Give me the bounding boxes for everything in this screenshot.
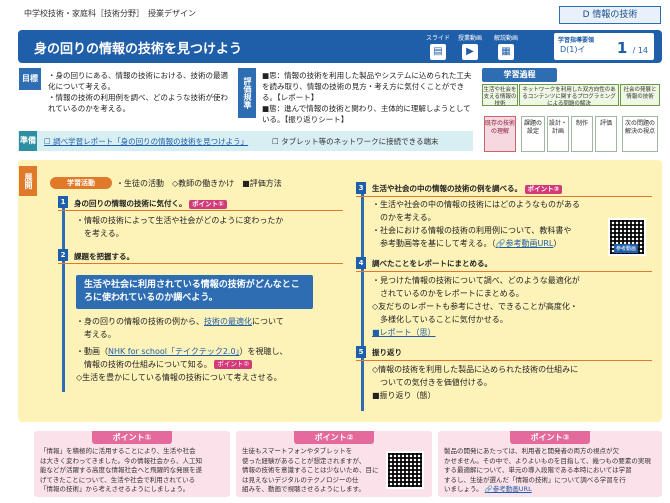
step-title: 振り返り bbox=[372, 348, 402, 357]
step-title: 生活や社会の中の情報の技術の例を調べる。 ポイント③ bbox=[372, 183, 563, 194]
step-number: 5 bbox=[356, 346, 366, 358]
nhk-video-link[interactable]: NHK for school「テイクテック2.0」 bbox=[108, 347, 240, 356]
point-title: ポイント① bbox=[92, 431, 172, 444]
optimization-link[interactable]: 技術の最適化 bbox=[204, 317, 252, 326]
reference-video-link[interactable]: 🔗参考動画URL bbox=[485, 485, 532, 493]
process-step: 制作 bbox=[571, 116, 593, 152]
activity-tag: 学習活動 bbox=[50, 177, 112, 189]
evaluation-text: ■思：情報の技術を利用した製品やシステムに込められた工夫を読み取り、情報の技術の… bbox=[262, 70, 472, 125]
evaluation-line: ■態：進んで情報の技術と関わり、主体的に理解しようとしている。【振り返りシート】 bbox=[262, 104, 471, 124]
step-2-body: ・身の回りの情報の技術の例から、技術の最適化について 考える。 ・動画（NHK … bbox=[76, 317, 288, 382]
process-column-3: 社会の発展と情報の技術 bbox=[620, 84, 660, 106]
step-number: 3 bbox=[356, 182, 366, 194]
slide-label: スライド bbox=[426, 35, 451, 42]
film-icon: ▦ bbox=[498, 44, 514, 60]
process-step: 評価 bbox=[595, 116, 617, 152]
process-step: 設計・計画 bbox=[547, 116, 569, 152]
step-divider bbox=[356, 196, 652, 197]
point-box-2: ポイント② 生徒もスマートフォンやタブレットを 使った経験があることが想定されま… bbox=[236, 431, 432, 497]
step-number: 1 bbox=[58, 196, 68, 208]
legend: ・生徒の活動 ◇教師の働きかけ ■評価方法 bbox=[116, 179, 282, 188]
qr-code-icon[interactable] bbox=[386, 451, 424, 489]
qr-badge: 参考動画 bbox=[614, 244, 639, 253]
series-subtitle: 中学校技術・家庭科［技術分野］ 授業デザイン bbox=[24, 9, 196, 18]
page-title: 身の回りの情報の技術を見つけよう bbox=[34, 42, 243, 57]
goal-line: ・身の回りにある、情報の技術における、技術の最適化について考える。 bbox=[48, 71, 228, 91]
step-number: 2 bbox=[58, 249, 68, 261]
curriculum-guide-label: 学習指導要領 bbox=[558, 37, 595, 44]
lesson-video-label: 授業動画 bbox=[458, 35, 483, 42]
process-step-current: 既存の技術の理解 bbox=[484, 116, 516, 152]
point-text: 「情報」を積極的に活用することにより、生活や社会 は大きく変わってきました。今の… bbox=[40, 447, 203, 493]
process-column-2: ネットワークを利用した双方向性のあるコンテンツに関するプログラミングによる問題の… bbox=[519, 84, 619, 107]
step-divider bbox=[58, 210, 343, 211]
explanation-video-label: 解説動画 bbox=[494, 35, 519, 42]
left-timeline-bar bbox=[62, 202, 65, 392]
reference-video-link[interactable]: 🔗参考動画URL bbox=[496, 239, 554, 248]
curriculum-code: D(1)イ bbox=[560, 45, 586, 54]
step-5-body: ◇情報の技術を利用した製品に込められた技術の仕組みに ついての気付きを価値付ける… bbox=[372, 365, 579, 400]
evaluation-label: 評価規準 bbox=[238, 68, 256, 118]
step-3-body: ・生活や社会の中の情報の技術にはどのようなものがある のかを考える。 ・社会にお… bbox=[372, 200, 580, 248]
task-callout: 生活や社会に利用されている情報の技術がどんなところに使われているのか調べよう。 bbox=[76, 275, 313, 309]
report-eval-link[interactable]: ■レポート（思） bbox=[372, 326, 652, 339]
point-tag[interactable]: ポイント② bbox=[214, 360, 253, 369]
point-title: ポイント② bbox=[294, 431, 374, 444]
step-number: 4 bbox=[356, 257, 366, 269]
slide-icon: ▤ bbox=[430, 44, 446, 60]
step-title: 身の回りの情報の技術に気付く。 ポイント① bbox=[74, 198, 227, 209]
goal-line: ・情報の技術の利用例を調べ、どのような技術が使われているのかを考える。 bbox=[48, 93, 228, 113]
step-1-body: ・情報の技術によって生活や社会がどのように変わったか を考える。 bbox=[76, 216, 284, 238]
title-bar: 身の回りの情報の技術を見つけよう スライド ▤ 授業動画 ▶ 解説動画 ▦ 学習… bbox=[18, 30, 662, 63]
preparation-item-report[interactable]: ☐ 調べ学習レポート「身の回りの情報の技術を見つけよう」 bbox=[44, 136, 248, 147]
point-tag[interactable]: ポイント① bbox=[189, 199, 227, 209]
process-title: 学習過程 bbox=[482, 68, 557, 82]
process-step: 課題の設定 bbox=[521, 116, 545, 152]
point-title: ポイント③ bbox=[510, 431, 590, 444]
process-column-1: 生活や社会を支える情報の技術 bbox=[482, 84, 518, 107]
point-text: 生徒もスマートフォンやタブレットを 使った経験があることが想定されますが、 情報… bbox=[242, 447, 379, 493]
development-label: 展開 bbox=[19, 166, 37, 196]
preparation-item-device: ☐ タブレット等のネットワークに接続できる端末 bbox=[272, 137, 439, 146]
step-divider bbox=[58, 263, 343, 264]
step-4-body: ・見つけた情報の技術について調べ、どのような最適化が されているのかをレポートに… bbox=[372, 274, 652, 339]
page-number: 1 / 14 bbox=[616, 39, 648, 57]
preparation-label: 準備 bbox=[19, 131, 37, 151]
goal-text: ・身の回りにある、情報の技術における、技術の最適化について考える。 ・情報の技術… bbox=[48, 70, 233, 114]
step-title: 調べたことをレポートにまとめる。 bbox=[372, 259, 492, 268]
point-text: 製品の開発にあたっては、利用者と開発者の両方の視点が欠 かせません。その中で、よ… bbox=[444, 447, 651, 493]
step-divider bbox=[356, 360, 652, 361]
point-tag[interactable]: ポイント③ bbox=[524, 184, 563, 194]
slide-button[interactable]: スライド ▤ bbox=[426, 33, 450, 60]
video-icon: ▶ bbox=[462, 44, 478, 60]
point-box-3: ポイント③ 製品の開発にあたっては、利用者と開発者の両方の視点が欠 かせません。… bbox=[438, 431, 662, 497]
goal-label: 目標 bbox=[19, 68, 41, 90]
step-divider bbox=[356, 271, 652, 272]
point-box-1: ポイント① 「情報」を積極的に活用することにより、生活や社会 は大きく変わってき… bbox=[34, 431, 230, 497]
explanation-video-button[interactable]: 解説動画 ▦ bbox=[494, 33, 518, 60]
curriculum-guide-box[interactable]: 学習指導要領 D(1)イ 1 / 14 bbox=[554, 33, 654, 60]
lesson-video-button[interactable]: 授業動画 ▶ bbox=[458, 33, 482, 60]
process-step: 次の問題の解決の視点 bbox=[622, 116, 658, 152]
evaluation-line: ■思：情報の技術を利用した製品やシステムに込められた工夫を読み取り、情報の技術の… bbox=[262, 71, 472, 102]
subject-tag: D 情報の技術 bbox=[559, 6, 661, 24]
step-title: 課題を把握する。 bbox=[74, 252, 134, 261]
right-timeline-bar bbox=[361, 186, 364, 411]
lesson-design-page: 中学校技術・家庭科［技術分野］ 授業デザイン D 情報の技術 身の回りの情報の技… bbox=[0, 0, 670, 503]
